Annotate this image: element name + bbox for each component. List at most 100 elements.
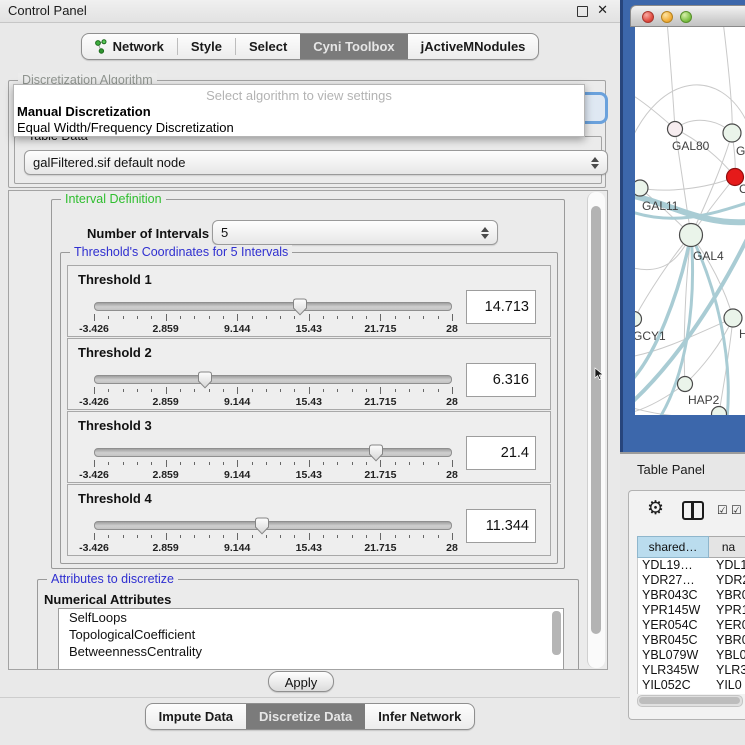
slider-ticks xyxy=(94,314,452,322)
cell-name[interactable]: YPR1 xyxy=(710,603,745,618)
table-body[interactable]: YDL19…YDL1YDR27…YDR2YBR043CYBR0YPR145WYP… xyxy=(637,558,745,694)
slider-ticks xyxy=(94,460,452,468)
dropdown-option-manual[interactable]: Manual Discretization xyxy=(17,104,151,119)
tab-network[interactable]: Network xyxy=(82,34,177,59)
cell-name[interactable]: YDR2 xyxy=(710,573,745,588)
table-panel-title: Table Panel xyxy=(637,462,705,477)
dropdown-option-equal-width[interactable]: Equal Width/Frequency Discretization xyxy=(17,120,234,135)
network-node[interactable] xyxy=(712,407,727,416)
apply-button[interactable]: Apply xyxy=(268,671,334,692)
checkbox-icon[interactable]: ☑ xyxy=(717,503,728,517)
node-table: shared… na YDL19…YDL1YDR27…YDR2YBR043CYB… xyxy=(637,536,745,694)
node-label: GA xyxy=(736,144,745,158)
attribute-list-item[interactable]: TopologicalCoefficient xyxy=(59,626,563,643)
float-window-icon[interactable] xyxy=(577,6,588,17)
threshold-value-field[interactable]: 11.344 xyxy=(466,509,536,543)
cell-shared-name[interactable]: YBR045C xyxy=(638,633,710,648)
cell-shared-name[interactable]: YIL052C xyxy=(638,678,710,693)
node-label: GAL80 xyxy=(672,139,710,153)
cell-shared-name[interactable]: YLR345W xyxy=(638,663,710,678)
slider-track[interactable] xyxy=(94,375,452,384)
table-row[interactable]: YBL079WYBL0 xyxy=(638,648,745,663)
table-row[interactable]: YDL19…YDL1 xyxy=(638,558,745,573)
network-node-hap2[interactable] xyxy=(678,377,693,392)
slider-ticks xyxy=(94,387,452,395)
cell-name[interactable]: YBR0 xyxy=(710,633,745,648)
network-node-gal80[interactable] xyxy=(668,122,683,137)
slider-scale-labels: -3.4262.8599.14415.4321.71528 xyxy=(94,396,452,407)
threshold-value-field[interactable]: 14.713 xyxy=(466,290,536,324)
cell-name[interactable]: YBL0 xyxy=(710,648,745,663)
threshold-slider[interactable]: -3.4262.8599.14415.4321.71528 xyxy=(94,302,452,334)
attribute-list-item[interactable]: SelfLoops xyxy=(59,609,563,626)
column-header-name[interactable]: na xyxy=(709,536,745,558)
cell-name[interactable]: YDL1 xyxy=(710,558,745,573)
table-row[interactable]: YBR045CYBR0 xyxy=(638,633,745,648)
intervals-value: 5 xyxy=(221,225,228,240)
tab-jactivemnodules[interactable]: jActiveMNodules xyxy=(408,34,539,59)
mac-zoom-icon[interactable] xyxy=(680,11,692,23)
columns-icon[interactable] xyxy=(682,501,704,520)
column-header-shared-name[interactable]: shared… xyxy=(637,536,709,558)
threshold-value-field[interactable]: 6.316 xyxy=(466,363,536,397)
cell-shared-name[interactable]: YBL079W xyxy=(638,648,710,663)
table-data-combobox[interactable]: galFiltered.sif default node xyxy=(24,150,608,175)
cell-name[interactable]: YBR0 xyxy=(710,588,745,603)
threshold-value-field[interactable]: 21.4 xyxy=(466,436,536,470)
table-row[interactable]: YDR27…YDR2 xyxy=(638,573,745,588)
table-header-row: shared… na xyxy=(637,536,745,558)
tab-cyni-toolbox[interactable]: Cyni Toolbox xyxy=(300,34,407,59)
gear-icon[interactable]: ⚙ xyxy=(647,497,664,520)
cell-shared-name[interactable]: YPR145W xyxy=(638,603,710,618)
threshold-slider[interactable]: -3.4262.8599.14415.4321.71528 xyxy=(94,375,452,407)
table-row[interactable]: YIL052CYIL0 xyxy=(638,678,745,693)
mac-minimize-icon[interactable] xyxy=(661,11,673,23)
slider-track[interactable] xyxy=(94,448,452,457)
tab-select[interactable]: Select xyxy=(236,34,300,59)
table-row[interactable]: YLR345WYLR3 xyxy=(638,663,745,678)
threshold-label: Threshold 1 xyxy=(78,272,152,287)
close-icon[interactable]: ✕ xyxy=(597,2,608,18)
network-node-gal4[interactable] xyxy=(680,224,703,247)
cell-name[interactable]: YER0 xyxy=(710,618,745,633)
network-node-ga[interactable] xyxy=(723,124,741,142)
control-panel: Control Panel ✕ Network Style xyxy=(0,0,620,745)
number-of-intervals-combobox[interactable]: 5 xyxy=(212,220,498,245)
tab-impute-data[interactable]: Impute Data xyxy=(146,704,246,729)
network-node-h[interactable] xyxy=(724,309,742,327)
cell-name[interactable]: YLR3 xyxy=(710,663,745,678)
threshold-slider[interactable]: -3.4262.8599.14415.4321.71528 xyxy=(94,448,452,480)
tab-infer-network[interactable]: Infer Network xyxy=(365,704,474,729)
cell-shared-name[interactable]: YDL19… xyxy=(638,558,710,573)
network-window-titlebar[interactable] xyxy=(630,5,745,27)
checkbox-icon[interactable]: ☑ xyxy=(731,503,742,517)
threshold-slider[interactable]: -3.4262.8599.14415.4321.71528 xyxy=(94,521,452,553)
node-label: H xyxy=(739,327,745,341)
table-row[interactable]: YER054CYER0 xyxy=(638,618,745,633)
scrollbar-thumb[interactable] xyxy=(639,697,740,704)
mouse-cursor xyxy=(594,367,604,386)
list-scrollbar[interactable] xyxy=(552,611,561,655)
cell-shared-name[interactable]: YBR043C xyxy=(638,588,710,603)
network-canvas[interactable]: GAL80GACGAL11GAL4GCY1HHAP2 xyxy=(635,27,745,415)
panel-title: Control Panel xyxy=(8,3,87,18)
numerical-attributes-list[interactable]: SelfLoopsTopologicalCoefficientBetweenne… xyxy=(58,608,564,670)
slider-scale-labels: -3.4262.8599.14415.4321.71528 xyxy=(94,469,452,480)
tab-style[interactable]: Style xyxy=(178,34,235,59)
slider-track[interactable] xyxy=(94,521,452,530)
cell-shared-name[interactable]: YDR27… xyxy=(638,573,710,588)
network-node-gcy1[interactable] xyxy=(635,312,642,327)
attribute-list-item[interactable]: BetweennessCentrality xyxy=(59,643,563,660)
scrollbar-thumb[interactable] xyxy=(591,206,601,634)
mac-close-icon[interactable] xyxy=(642,11,654,23)
slider-track[interactable] xyxy=(94,302,452,311)
node-label: GAL4 xyxy=(693,249,724,263)
panel-scrollbar[interactable] xyxy=(587,192,605,668)
table-row[interactable]: YBR043CYBR0 xyxy=(638,588,745,603)
network-node-gal11[interactable] xyxy=(635,180,648,196)
table-horizontal-scrollbar[interactable] xyxy=(637,695,743,707)
cell-name[interactable]: YIL0 xyxy=(710,678,745,693)
table-row[interactable]: YPR145WYPR1 xyxy=(638,603,745,618)
tab-discretize-data[interactable]: Discretize Data xyxy=(246,704,365,729)
cell-shared-name[interactable]: YER054C xyxy=(638,618,710,633)
